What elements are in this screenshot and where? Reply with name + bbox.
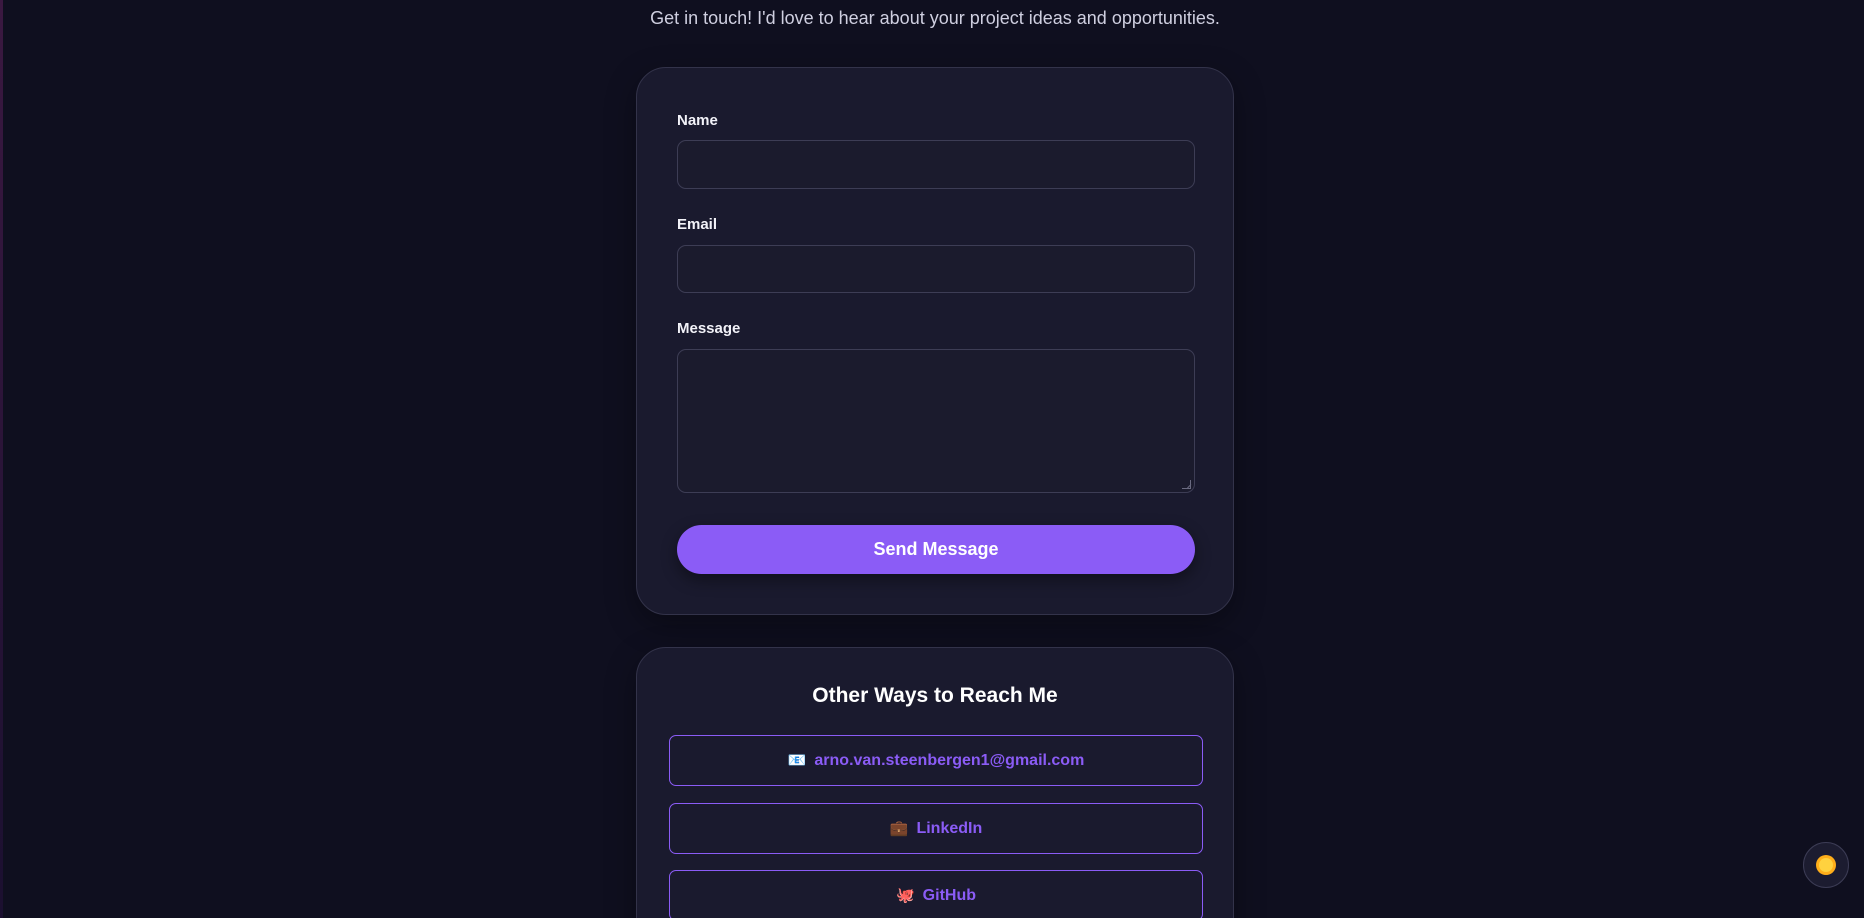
contact-intro-text: Get in touch! I'd love to hear about you… (650, 8, 1220, 28)
email-label: Email (677, 216, 718, 233)
name-label: Name (677, 112, 718, 129)
email-link[interactable]: 📧 arno.van.steenbergen1@gmail.com (669, 735, 1203, 786)
email-link-label: arno.van.steenbergen1@gmail.com (814, 751, 1085, 769)
message-label: Message (677, 320, 741, 337)
sun-icon (1819, 858, 1833, 872)
send-message-button[interactable]: Send Message (677, 525, 1195, 574)
theme-toggle-button[interactable] (1803, 842, 1849, 888)
name-input[interactable] (677, 140, 1195, 189)
github-link-label: GitHub (922, 886, 976, 904)
resize-grip-icon[interactable] (1182, 480, 1191, 489)
linkedin-link-label: LinkedIn (916, 819, 983, 837)
left-edge-accent (0, 0, 3, 918)
email-input[interactable] (677, 245, 1195, 293)
message-textarea[interactable] (677, 349, 1195, 493)
briefcase-icon: 💼 (889, 820, 909, 837)
linkedin-link[interactable]: 💼 LinkedIn (669, 803, 1203, 854)
github-link[interactable]: 🐙 GitHub (669, 870, 1203, 918)
other-ways-title: Other Ways to Reach Me (812, 684, 1058, 707)
contact-form-card: Name Email Message Send Message (636, 67, 1234, 615)
octopus-icon: 🐙 (895, 887, 915, 904)
other-ways-card: Other Ways to Reach Me 📧 arno.van.steenb… (636, 647, 1234, 918)
contact-page: Get in touch! I'd love to hear about you… (0, 0, 1864, 918)
envelope-icon: 📧 (787, 752, 807, 769)
